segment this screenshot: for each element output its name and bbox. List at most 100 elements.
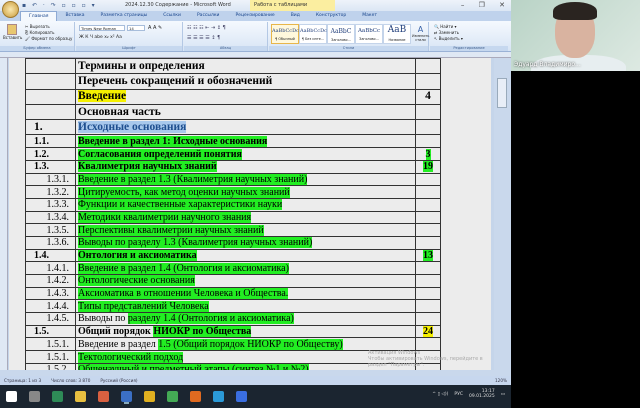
toc-page-cell[interactable] bbox=[415, 103, 441, 121]
toc-title-cell[interactable]: Перспективы квалиметрии научных знаний bbox=[75, 223, 416, 237]
toc-title-cell[interactable]: Выводы по разделу 1.4 (Онтология и аксио… bbox=[75, 312, 416, 326]
edge-icon[interactable] bbox=[213, 391, 224, 402]
document-page[interactable]: Термины и определения Перечень сокращени… bbox=[9, 58, 491, 370]
toc-page-cell[interactable] bbox=[415, 299, 441, 314]
toc-number[interactable]: 1.4.1. bbox=[25, 261, 76, 276]
toc-page-cell[interactable] bbox=[415, 73, 441, 90]
toc-number[interactable]: 1.4.3. bbox=[25, 286, 76, 301]
input-language[interactable]: РУС bbox=[454, 392, 463, 397]
chrome-icon[interactable] bbox=[144, 391, 155, 402]
toc-title-cell[interactable]: Введение bbox=[75, 88, 416, 105]
toc-title-cell[interactable]: Общенаучный и предметный этапы (синтез №… bbox=[75, 362, 416, 370]
toc-title-cell[interactable]: Цитируемость, как метод оценки научных з… bbox=[75, 185, 416, 199]
toc-number[interactable]: 1.2. bbox=[25, 147, 76, 161]
toc-number[interactable]: 1.3.2. bbox=[25, 185, 76, 199]
clock[interactable]: 13:17 09.01.2025 bbox=[469, 389, 495, 399]
notifications-icon[interactable]: ▭ bbox=[501, 392, 505, 397]
toc-title-cell[interactable]: Введение в раздел 1: Исходные основания bbox=[75, 134, 416, 149]
language[interactable]: Русский (Россия) bbox=[100, 378, 137, 383]
toc-title-cell[interactable]: Введение в раздел 1.4 (Онтология и аксио… bbox=[75, 261, 416, 276]
tab-3[interactable]: Ссылки bbox=[155, 11, 189, 21]
excel-icon[interactable] bbox=[52, 391, 63, 402]
toc-page-cell[interactable] bbox=[415, 119, 441, 136]
toc-number[interactable]: 1.3.4. bbox=[25, 210, 76, 225]
toc-number[interactable] bbox=[25, 88, 76, 105]
tab-0[interactable]: Главная bbox=[20, 11, 58, 21]
font-size-select[interactable]: 14 bbox=[127, 25, 145, 31]
toc-title-cell[interactable]: Методики квалиметрии научного знания bbox=[75, 210, 416, 225]
toc-page-cell[interactable] bbox=[415, 286, 441, 301]
toc-number[interactable] bbox=[25, 58, 76, 75]
toc-number[interactable]: 1.5.1. bbox=[25, 350, 76, 364]
change-styles-button[interactable]: A Изменить стили bbox=[412, 25, 429, 42]
toc-title-cell[interactable]: Основная часть bbox=[75, 103, 416, 121]
toc-page-cell[interactable] bbox=[415, 172, 441, 187]
toc-number[interactable]: 1.3.3. bbox=[25, 197, 76, 212]
toc-number[interactable]: 1.4.4. bbox=[25, 299, 76, 314]
toc-number[interactable] bbox=[25, 103, 76, 121]
toc-page-cell[interactable] bbox=[415, 337, 441, 352]
font-format-buttons[interactable]: Ж К Ч abe x₂ x² Aa bbox=[79, 35, 122, 40]
toc-page-cell[interactable] bbox=[415, 223, 441, 237]
toc-number[interactable]: 1.5.1. bbox=[25, 337, 76, 352]
select-button[interactable]: ↖ Выделить ▾ bbox=[434, 36, 463, 42]
toc-page-cell[interactable]: 3 bbox=[415, 147, 441, 161]
toc-number[interactable]: 1.4.5. bbox=[25, 312, 76, 326]
zoom-level[interactable]: 120% bbox=[495, 378, 507, 383]
toc-number[interactable]: 1.3.1. bbox=[25, 172, 76, 187]
tab-8[interactable]: Макет bbox=[354, 11, 385, 21]
toc-page-cell[interactable] bbox=[415, 134, 441, 149]
toc-title-cell[interactable]: Согласования определений понятия bbox=[75, 147, 416, 161]
toc-page-cell[interactable]: 24 bbox=[415, 324, 441, 339]
style-0[interactable]: AaBbCcDc ¶ Обычный bbox=[271, 24, 299, 44]
toc-title-cell[interactable]: Типы представлений Человека bbox=[75, 299, 416, 314]
style-4[interactable]: AaB Название bbox=[383, 24, 411, 44]
toc-title-cell[interactable]: Онтология и аксиоматика bbox=[75, 248, 416, 263]
toc-page-cell[interactable] bbox=[415, 261, 441, 276]
app-orange-icon[interactable] bbox=[190, 391, 201, 402]
toc-page-cell[interactable] bbox=[415, 274, 441, 288]
toc-page-cell[interactable] bbox=[415, 312, 441, 326]
toc-number[interactable]: 1.1. bbox=[25, 134, 76, 149]
tab-5[interactable]: Рецензирование bbox=[227, 11, 282, 21]
toc-number[interactable]: 1.5. bbox=[25, 324, 76, 339]
office-button[interactable] bbox=[2, 1, 19, 18]
toc-number[interactable]: 1.4.2. bbox=[25, 274, 76, 288]
page-count[interactable]: Страница: 1 из 3 bbox=[4, 378, 41, 383]
toc-page-cell[interactable] bbox=[415, 185, 441, 199]
toc-page-cell[interactable] bbox=[415, 58, 441, 75]
tray-icons[interactable]: ^ ▯ ◁)) bbox=[432, 392, 448, 397]
window-controls[interactable]: – ❐ ✕ bbox=[461, 1, 511, 9]
toc-page-cell[interactable] bbox=[415, 210, 441, 225]
explorer-icon[interactable] bbox=[75, 391, 86, 402]
toc-title-cell[interactable]: Функции и качественные характеристики на… bbox=[75, 197, 416, 212]
tab-4[interactable]: Рассылки bbox=[189, 11, 228, 21]
scroll-thumb[interactable] bbox=[497, 78, 507, 108]
vertical-ruler[interactable] bbox=[0, 58, 8, 370]
toc-page-cell[interactable]: 19 bbox=[415, 159, 441, 174]
tab-2[interactable]: Разметка страницы bbox=[93, 11, 156, 21]
style-3[interactable]: AaBbCc Заголово... bbox=[355, 24, 383, 44]
toc-page-cell[interactable]: 13 bbox=[415, 248, 441, 263]
close-icon[interactable]: ✕ bbox=[499, 1, 505, 9]
style-2[interactable]: AaBbC Заголово... bbox=[327, 24, 355, 44]
word-icon[interactable] bbox=[121, 391, 132, 402]
task-view-icon[interactable] bbox=[29, 391, 40, 402]
toc-title-cell[interactable]: Общий порядок НИОКР по Общества bbox=[75, 324, 416, 339]
tab-1[interactable]: Вставка bbox=[57, 11, 92, 21]
toc-page-cell[interactable] bbox=[415, 197, 441, 212]
maximize-icon[interactable]: ❐ bbox=[479, 1, 485, 9]
align-buttons[interactable]: ☰ ☰ ☰ ☰ ↕ ¶ bbox=[187, 35, 220, 41]
toc-title-cell[interactable]: Введение в раздел 1.3 (Квалиметрия научн… bbox=[75, 172, 416, 187]
toc-title-cell[interactable]: Онтологические основания bbox=[75, 274, 416, 288]
paste-button[interactable]: Вставить bbox=[3, 24, 22, 40]
toc-number[interactable]: 1.3. bbox=[25, 159, 76, 174]
toc-title-cell[interactable]: Тектологический подход bbox=[75, 350, 416, 364]
minimize-icon[interactable]: – bbox=[461, 1, 465, 9]
toc-page-cell[interactable]: 4 bbox=[415, 88, 441, 105]
tab-7[interactable]: Конструктор bbox=[308, 11, 354, 21]
quick-access-toolbar[interactable]: ▪ ↶ · ↷ ▫ ▫ ▫ ▾ bbox=[22, 2, 97, 9]
toc-title-cell[interactable]: Аксиоматика в отношении Человека и Общес… bbox=[75, 286, 416, 301]
toc-title-cell[interactable]: Выводы по разделу 1.3 (Квалиметрия научн… bbox=[75, 235, 416, 250]
style-1[interactable]: AaBbCcDc ¶ Без инте... bbox=[299, 24, 327, 44]
